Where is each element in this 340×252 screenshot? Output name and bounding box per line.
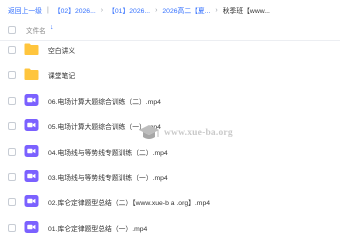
breadcrumb-separator: | [46, 6, 49, 14]
arrow-down-icon[interactable]: ↓ [50, 24, 54, 31]
row-checkbox[interactable] [8, 173, 16, 181]
video-file-icon [24, 118, 39, 132]
video-file-icon [24, 144, 39, 158]
file-row[interactable]: 06.电场计算大题综合训练（二）.mp4 [0, 88, 340, 113]
watermark-text: www.xue-ba.org [164, 128, 233, 138]
file-name[interactable]: 课堂笔记 [48, 70, 75, 80]
video-file-icon [24, 194, 39, 208]
file-row[interactable]: 空白讲义 [0, 37, 340, 62]
file-name[interactable]: 03.电场线与等势线专题训练（一）.mp4 [48, 172, 168, 182]
column-header-filename[interactable]: 文件名 [26, 25, 46, 35]
select-all-checkbox[interactable] [8, 26, 16, 34]
file-row[interactable]: 课堂笔记 [0, 62, 340, 87]
row-checkbox[interactable] [8, 198, 16, 207]
breadcrumb: 返回上一级 | 【02】2026... › 【01】2026... › 2026… [8, 4, 270, 16]
file-row[interactable]: 01.库仑定律题型总结（一）.mp4 [0, 215, 340, 240]
row-checkbox[interactable] [8, 122, 16, 131]
chevron-right-icon: › [100, 6, 104, 14]
breadcrumb-item-2[interactable]: 【01】2026... [108, 5, 150, 15]
file-name[interactable]: 02.库仑定律题型总结（二）【www.xue-b a .org】.mp4 [48, 197, 210, 207]
chevron-right-icon: › [215, 6, 218, 14]
row-checkbox[interactable] [8, 71, 16, 80]
graduation-cap-icon [139, 125, 159, 139]
row-checkbox[interactable] [8, 96, 16, 105]
file-row[interactable]: 03.电场线与等势线专题训练（一）.mp4 [0, 164, 340, 189]
breadcrumb-item-3[interactable]: 2026高二【夏... [162, 5, 210, 15]
file-name[interactable]: 空白讲义 [48, 45, 75, 55]
watermark: www.xue-ba.org [138, 118, 248, 148]
row-checkbox[interactable] [8, 223, 16, 232]
file-name[interactable]: 04.电场线与等势线专题训练（二）.mp4 [48, 147, 168, 157]
file-name[interactable]: 01.库仑定律题型总结（一）.mp4 [48, 223, 147, 233]
back-link[interactable]: 返回上一级 [8, 5, 42, 15]
row-checkbox[interactable] [8, 46, 16, 54]
folder-icon [24, 67, 39, 81]
chevron-right-icon: › [155, 6, 158, 14]
video-file-icon [24, 220, 39, 234]
breadcrumb-item-1[interactable]: 【02】2026... [54, 5, 96, 15]
file-name[interactable]: 06.电场计算大题综合训练（二）.mp4 [48, 96, 161, 106]
folder-icon [24, 42, 39, 56]
file-row[interactable]: 02.库仑定律题型总结（二）【www.xue-b a .org】.mp4 [0, 189, 340, 214]
breadcrumb-current: 秋季班【www... [222, 8, 270, 15]
video-file-icon [24, 93, 39, 107]
row-checkbox[interactable] [8, 147, 16, 156]
video-file-icon [24, 169, 39, 183]
